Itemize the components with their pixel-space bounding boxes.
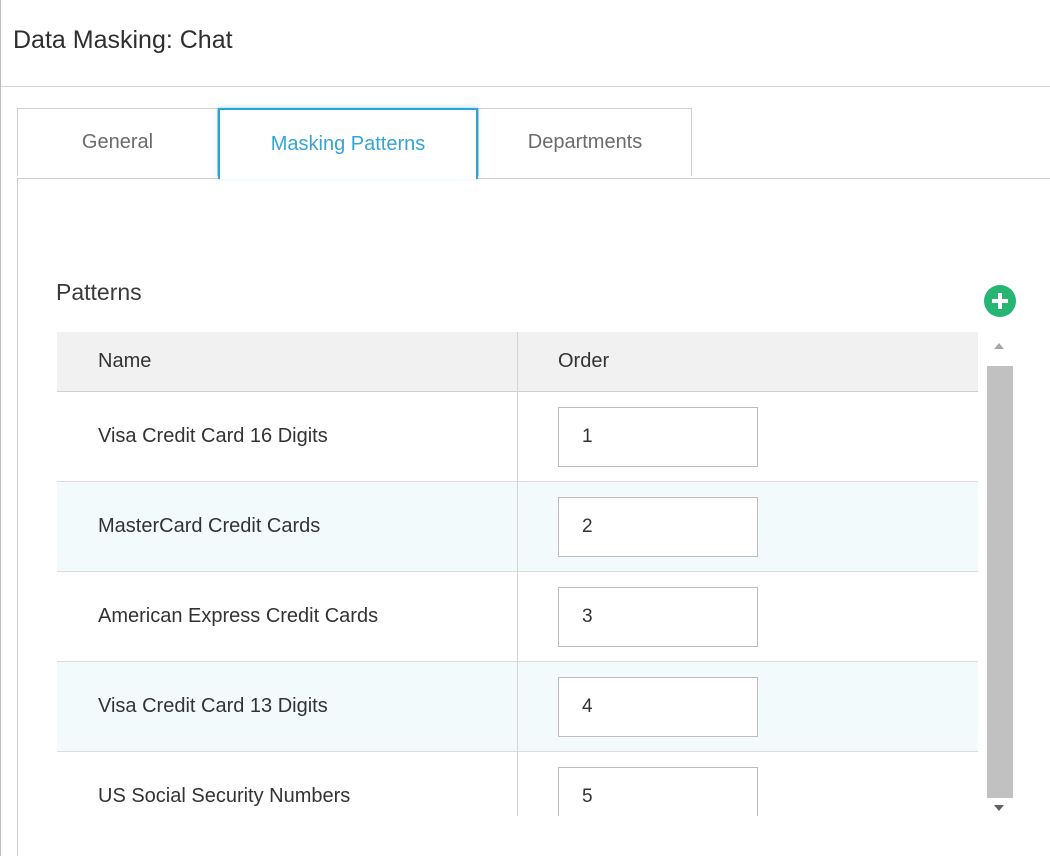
patterns-table: Name Order Visa Credit Card 16 Digits Ma… <box>57 332 978 816</box>
order-input[interactable] <box>558 767 758 816</box>
add-pattern-button[interactable] <box>984 285 1016 317</box>
order-input[interactable] <box>558 407 758 467</box>
window-left-border <box>0 0 1 856</box>
pattern-name: Visa Credit Card 16 Digits <box>98 425 328 447</box>
tab-departments[interactable]: Departments <box>478 108 692 176</box>
page-title: Data Masking: Chat <box>13 26 233 54</box>
plus-icon <box>992 293 1008 309</box>
scrollbar-thumb[interactable] <box>987 366 1013 798</box>
pattern-name: American Express Credit Cards <box>98 605 379 627</box>
column-header-order[interactable]: Order <box>558 332 609 391</box>
order-input[interactable] <box>558 587 758 647</box>
scroll-up-arrow-icon[interactable] <box>980 342 1018 362</box>
tab-general[interactable]: General <box>17 108 218 176</box>
pattern-name: Visa Credit Card 13 Digits <box>98 695 328 717</box>
order-input[interactable] <box>558 497 758 557</box>
pattern-name: MasterCard Credit Cards <box>98 515 321 537</box>
panel-border <box>17 178 18 856</box>
column-divider <box>517 332 518 816</box>
tab-bar: General Masking Patterns Departments <box>17 108 1050 179</box>
table-scrollbar[interactable] <box>980 332 1018 816</box>
patterns-section-title: Patterns <box>56 279 142 305</box>
pattern-name: US Social Security Numbers <box>98 785 351 807</box>
order-input[interactable] <box>558 677 758 737</box>
scroll-down-arrow-icon[interactable] <box>980 804 1018 816</box>
tab-masking-patterns[interactable]: Masking Patterns <box>218 108 478 179</box>
page-header: Data Masking: Chat <box>1 0 1050 87</box>
column-header-name[interactable]: Name <box>98 332 151 391</box>
